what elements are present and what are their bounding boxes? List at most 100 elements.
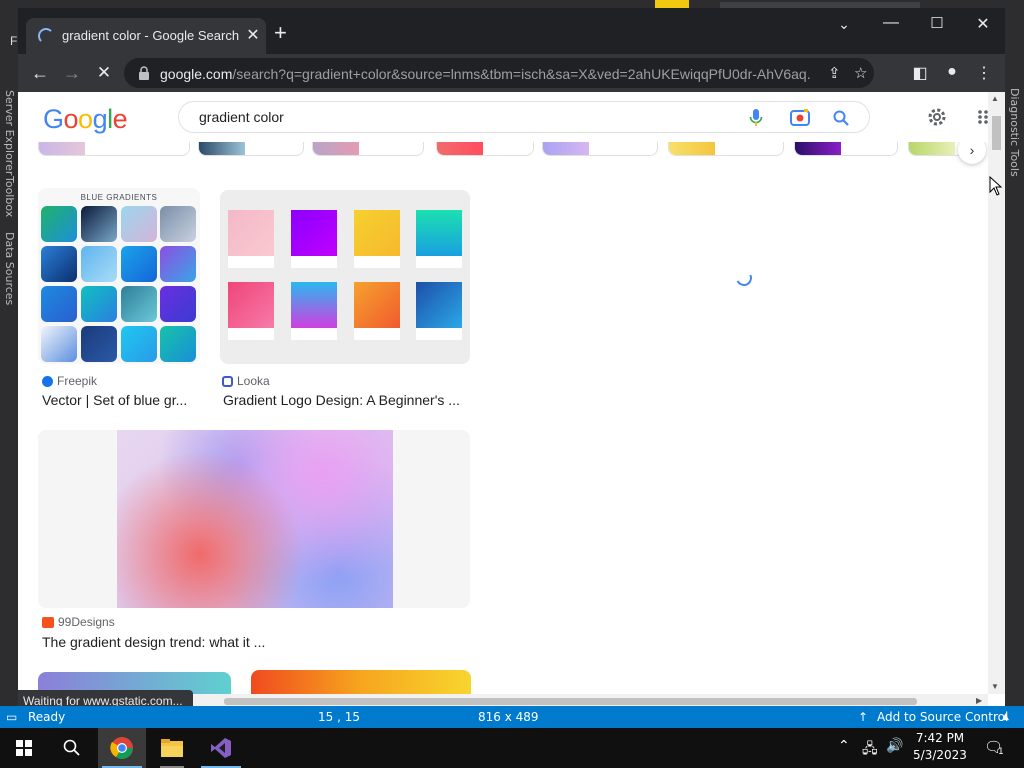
tab-close-icon[interactable]: ✕ — [244, 25, 262, 45]
gradient-swatch — [354, 210, 400, 256]
search-box[interactable]: gradient color — [178, 101, 870, 133]
url-text: google.com/search?q=gradient+color&sourc… — [160, 66, 810, 82]
gradient-swatch — [228, 282, 274, 328]
clock-time[interactable]: 7:42 PM — [912, 731, 968, 745]
swatch-label — [228, 328, 274, 340]
minimize-icon[interactable]: — — [871, 14, 911, 32]
swatch-label — [354, 328, 400, 340]
result-source-looka[interactable]: Looka — [222, 374, 270, 388]
taskbar-file-explorer-icon[interactable] — [148, 728, 196, 768]
result-image-99designs[interactable] — [38, 430, 470, 608]
gradient-blur-image — [117, 430, 393, 608]
result-caption[interactable]: Gradient Logo Design: A Beginner's ... — [223, 392, 460, 408]
gradient-swatch — [160, 206, 196, 242]
result-image-blue-gradients[interactable]: BLUE GRADIENTS — [38, 188, 200, 364]
selection-size: 816 x 489 — [478, 710, 539, 724]
filter-chip[interactable] — [668, 142, 784, 156]
source-name: 99Designs — [58, 615, 115, 629]
maximize-icon[interactable]: ☐ — [917, 14, 957, 32]
toolbox-tab[interactable]: Toolbox — [3, 176, 16, 217]
share-icon[interactable]: ⇪ — [828, 64, 841, 82]
tab-google-search[interactable]: gradient color - Google Search ✕ — [26, 18, 266, 54]
vs-left-tool-strip: Server Explorer Toolbox Data Sources — [0, 90, 18, 700]
gradient-swatch — [81, 286, 117, 322]
taskbar-search-icon[interactable] — [48, 728, 96, 768]
looka-favicon-icon — [222, 375, 233, 387]
tab-title: gradient color - Google Search — [62, 28, 240, 43]
camera-lens-icon[interactable] — [790, 109, 810, 127]
tab-search-chevron-icon[interactable]: ⌄ — [824, 16, 864, 33]
google-header: Google gradient color — [18, 92, 988, 142]
server-explorer-tab[interactable]: Server Explorer — [3, 90, 16, 175]
vertical-scroll-thumb[interactable] — [992, 116, 1001, 150]
taskbar-chrome-icon[interactable] — [98, 728, 146, 768]
data-sources-tab[interactable]: Data Sources — [3, 232, 16, 305]
vs-status-bar: ▭ Ready 15 , 15 816 x 489 ↑ Add to Sourc… — [0, 706, 1024, 728]
start-windows-icon[interactable] — [0, 728, 48, 768]
gradient-swatch — [41, 286, 77, 322]
cursor-position: 15 , 15 — [318, 710, 360, 724]
filter-chip[interactable] — [436, 142, 534, 156]
profile-icon[interactable]: ● — [941, 63, 963, 81]
diagnostic-tools-tab[interactable]: Diagnostic Tools — [1008, 88, 1021, 177]
swatch-label — [291, 256, 337, 268]
filter-chip[interactable] — [794, 142, 898, 156]
microphone-icon[interactable] — [749, 109, 763, 127]
side-panel-icon[interactable]: ◧ — [909, 63, 931, 83]
page-content: › Google gradient color BLUE GRADIENTS F… — [18, 92, 1005, 708]
clock-date[interactable]: 5/3/2023 — [912, 748, 968, 762]
apps-grid-icon[interactable] — [978, 110, 988, 124]
horizontal-scroll-thumb[interactable] — [224, 698, 917, 705]
gradient-swatch — [121, 326, 157, 362]
swatch-label — [416, 256, 462, 268]
address-bar[interactable]: google.com/search?q=gradient+color&sourc… — [124, 58, 874, 88]
swatch-label — [228, 256, 274, 268]
99designs-favicon-icon — [42, 616, 54, 628]
search-icon[interactable] — [833, 110, 849, 126]
status-ready: Ready — [28, 710, 66, 724]
settings-gear-icon[interactable] — [926, 106, 948, 128]
back-arrow-icon[interactable]: ← — [28, 62, 52, 84]
gradient-swatch — [228, 210, 274, 256]
result-image-looka[interactable] — [220, 190, 470, 364]
notification-count: 1 — [998, 747, 1004, 757]
window-close-icon[interactable]: ✕ — [963, 14, 1003, 34]
gradient-swatch — [416, 210, 462, 256]
result-caption[interactable]: Vector | Set of blue gr... — [42, 392, 187, 408]
scroll-right-icon[interactable]: ▶ — [976, 696, 982, 705]
swatch-label — [416, 328, 462, 340]
gradient-swatch — [81, 326, 117, 362]
bookmark-star-icon[interactable]: ☆ — [854, 64, 867, 82]
new-tab-icon[interactable]: + — [274, 22, 287, 44]
taskbar-visual-studio-icon[interactable] — [197, 728, 245, 768]
filter-chip[interactable] — [312, 142, 424, 156]
gradient-swatch — [160, 286, 196, 322]
caret-up-icon[interactable]: ▲ — [1002, 712, 1009, 722]
source-name: Looka — [237, 374, 270, 388]
loading-spinner-icon — [38, 28, 54, 44]
network-icon[interactable]: 🖧 — [862, 738, 878, 762]
result-source-99designs[interactable]: 99Designs — [42, 615, 115, 629]
gradient-swatch — [121, 246, 157, 282]
menu-kebab-icon[interactable]: ⋮ — [973, 63, 995, 83]
scroll-down-icon[interactable]: ▼ — [991, 682, 999, 691]
google-logo[interactable]: Google — [43, 104, 128, 135]
gradient-swatch — [160, 246, 196, 282]
result-source-freepik[interactable]: Freepik — [42, 374, 97, 388]
search-input[interactable]: gradient color — [199, 109, 284, 125]
filter-chip[interactable] — [542, 142, 658, 156]
chrome-window: gradient color - Google Search ✕ + ⌄ — ☐… — [18, 8, 1005, 708]
filter-chip[interactable] — [198, 142, 304, 156]
gradient-swatch — [81, 246, 117, 282]
add-to-source-control[interactable]: Add to Source Control — [877, 710, 1008, 724]
gradient-swatch — [291, 210, 337, 256]
forward-arrow-icon[interactable]: → — [60, 62, 84, 84]
scroll-up-icon[interactable]: ▲ — [991, 94, 999, 103]
stop-loading-icon[interactable]: ✕ — [92, 62, 116, 84]
volume-icon[interactable]: 🔊 — [886, 738, 903, 754]
filter-chip[interactable] — [38, 142, 190, 156]
tab-strip: gradient color - Google Search ✕ + ⌄ — ☐… — [18, 8, 1005, 54]
tray-chevron-up-icon[interactable]: ⌃ — [838, 738, 850, 754]
result-caption[interactable]: The gradient design trend: what it ... — [42, 634, 265, 650]
source-name: Freepik — [57, 374, 98, 388]
